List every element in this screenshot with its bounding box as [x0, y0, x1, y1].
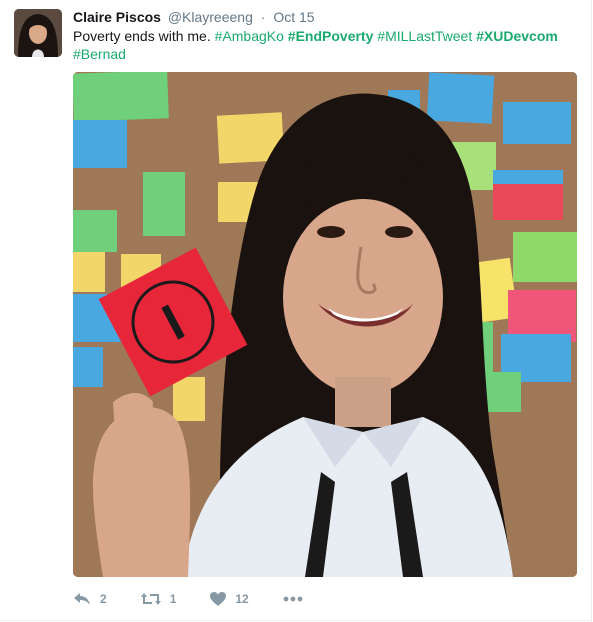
tweet-actions: 2 1 12: [73, 589, 337, 609]
retweet-count: 1: [169, 592, 177, 606]
hashtag-bernad[interactable]: #Bernad: [73, 46, 126, 62]
photo-image: I: [73, 72, 577, 577]
tweet-photo[interactable]: I: [73, 72, 577, 577]
hashtag-ambagko[interactable]: #AmbagKo: [215, 28, 284, 44]
hashtag-endpoverty[interactable]: #EndPoverty: [288, 28, 374, 44]
author-handle[interactable]: @Klayreeeng: [168, 9, 253, 25]
retweet-icon: [140, 591, 161, 607]
like-count: 12: [235, 592, 249, 606]
reply-count: 2: [100, 592, 107, 606]
separator-dot: ·: [260, 9, 266, 25]
tweet-date[interactable]: Oct 15: [273, 9, 314, 25]
more-button[interactable]: [283, 596, 303, 602]
reply-button[interactable]: 2: [73, 591, 107, 607]
avatar[interactable]: [14, 9, 62, 57]
hashtag-milllasttweet[interactable]: #MILLastTweet: [377, 28, 472, 44]
tweet-card[interactable]: Claire Piscos @Klayreeeng · Oct 15 Pover…: [0, 0, 592, 621]
tweet-header: Claire Piscos @Klayreeeng · Oct 15: [73, 8, 315, 26]
author-name[interactable]: Claire Piscos: [73, 9, 161, 25]
heart-icon: [210, 591, 227, 607]
like-button[interactable]: 12: [210, 591, 249, 607]
tweet-body-text: Poverty ends with me.: [73, 28, 211, 44]
reply-icon: [73, 591, 91, 607]
avatar-image: [14, 9, 62, 57]
hashtag-xudevcom[interactable]: #XUDevcom: [476, 28, 558, 44]
retweet-button[interactable]: 1: [140, 591, 177, 607]
more-icon: [283, 596, 303, 602]
tweet-text: Poverty ends with me. #AmbagKo #EndPover…: [73, 27, 578, 63]
